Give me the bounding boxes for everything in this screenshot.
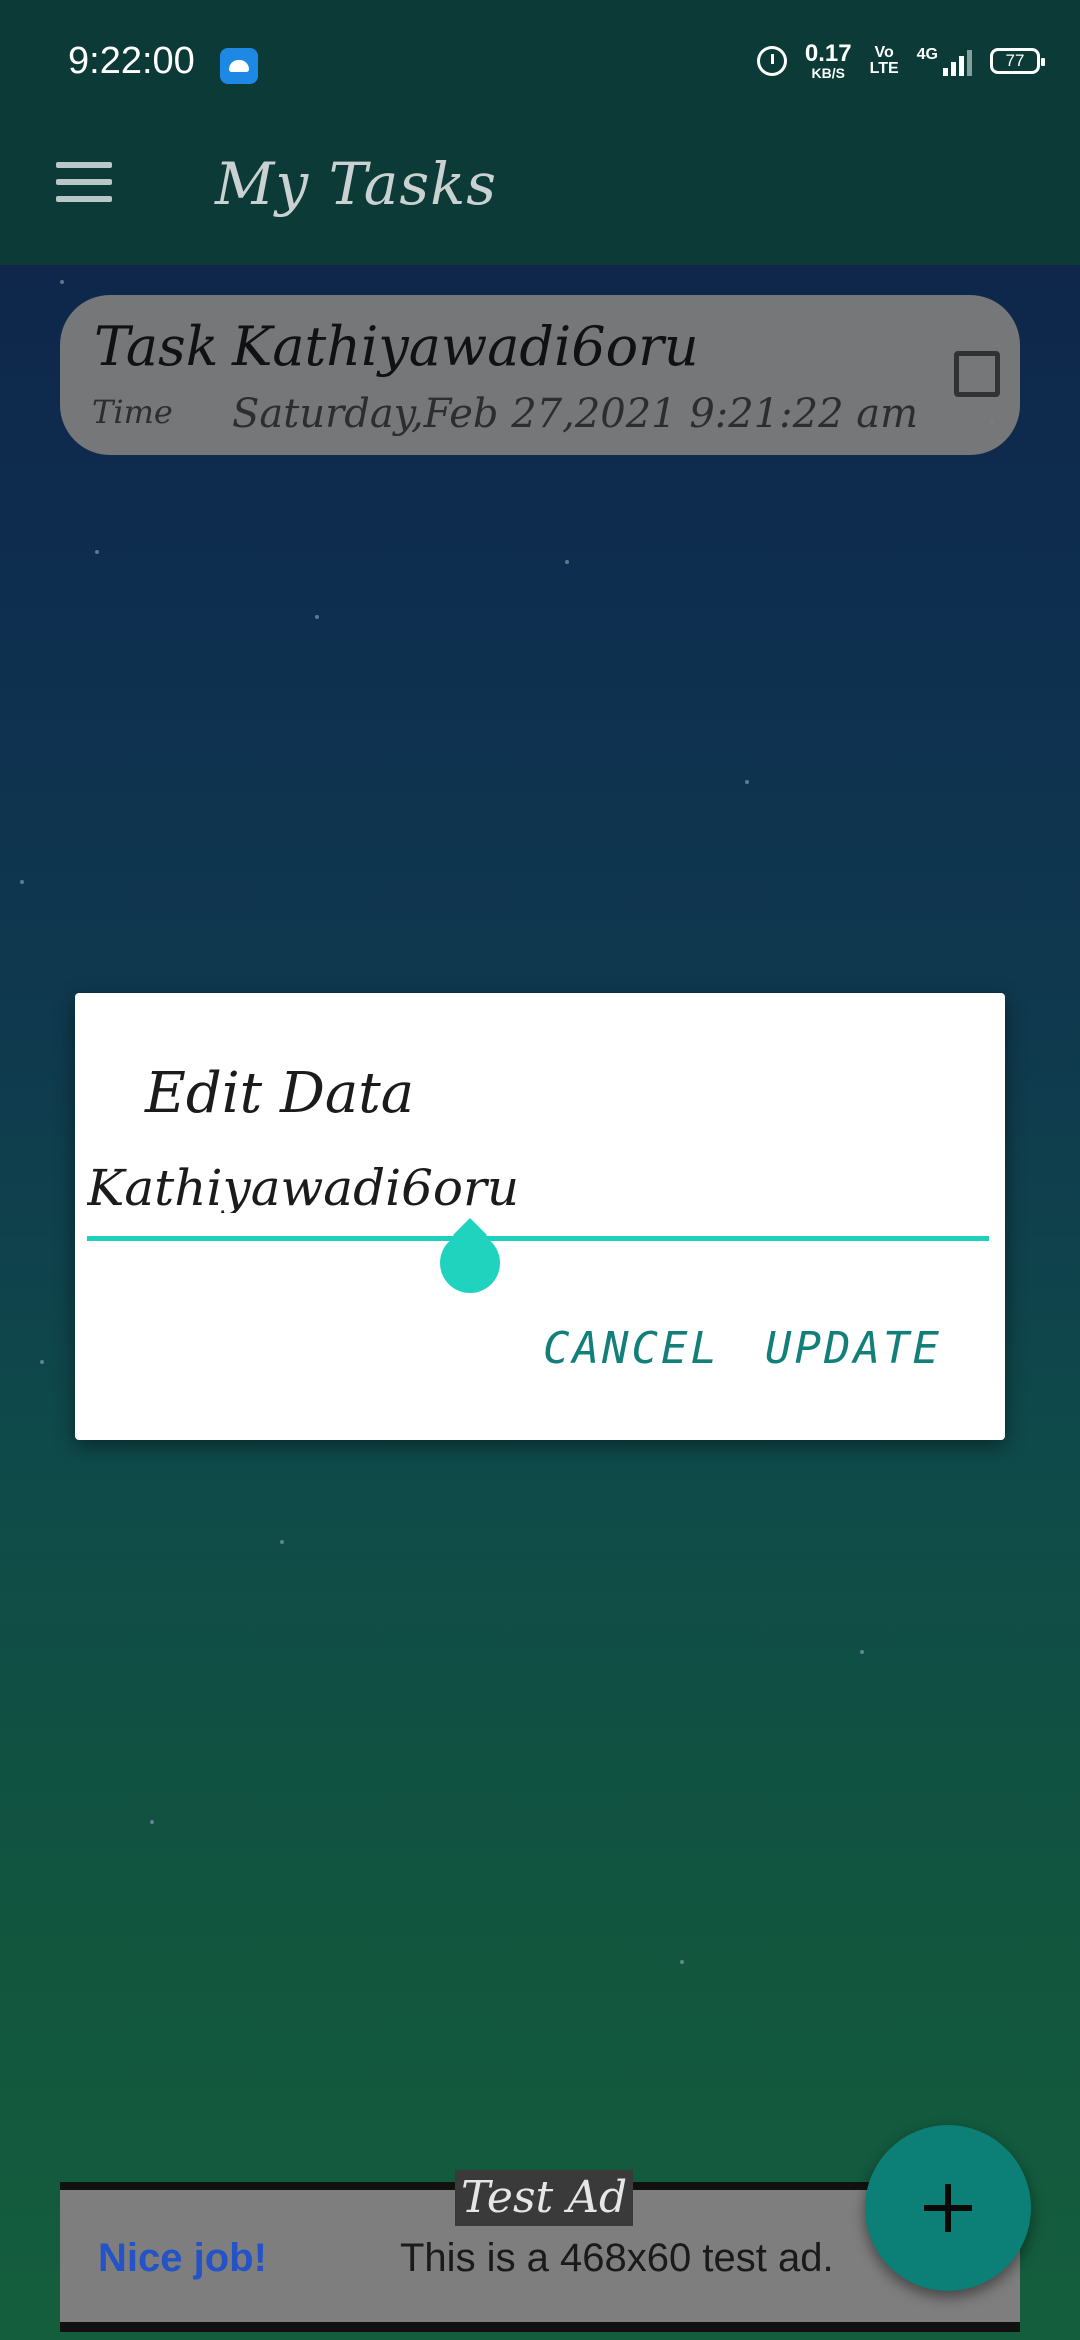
time-value: Saturday,Feb 27,2021 9:21:22 am [232,391,919,437]
page-title: My Tasks [215,150,498,218]
star [95,550,99,554]
update-button[interactable]: UPDATE [765,1323,942,1374]
network-speed: 0.17 KB/S [804,40,852,81]
task-name: Kathiyawadi6oru [232,315,699,378]
android-app-icon [220,48,258,84]
network-type: 4G [916,46,938,63]
edit-dialog: Edit Data CANCEL UPDATE [75,993,1005,1440]
text-cursor-handle[interactable] [440,1233,500,1293]
network-speed-value: 0.17 [804,40,852,67]
task-label: Task [94,315,219,378]
ad-text: This is a 468x60 test ad. [400,2236,834,2280]
signal-icon: 4G [917,46,972,76]
status-icons: 0.17 KB/S Vo LTE 4G 77 [756,40,1045,81]
star [150,1820,154,1824]
star [40,1360,44,1364]
status-time: 9:22:00 [68,40,195,82]
star [280,1540,284,1544]
alarm-icon [756,46,787,76]
test-ad-label: Test Ad [455,2170,634,2226]
star [20,880,24,884]
star [680,1960,684,1964]
battery-icon: 77 [990,48,1045,74]
star [315,615,319,619]
add-task-button[interactable] [865,2125,1031,2291]
input-underline [87,1236,989,1241]
status-bar: 9:22:00 0.17 KB/S Vo LTE 4G 77 [0,0,1080,130]
task-card[interactable]: Task Kathiyawadi6oru Time Saturday,Feb 2… [60,295,1020,455]
battery-level: 77 [1005,51,1025,70]
app-bar: My Tasks [0,130,1080,265]
star [60,280,64,284]
task-checkbox[interactable] [954,351,1000,397]
star [860,1650,864,1654]
ad-headline: Nice job! [98,2236,267,2280]
time-label: Time [92,393,173,431]
star [565,560,569,564]
cancel-button[interactable]: CANCEL [543,1323,720,1374]
volte-icon: Vo LTE [869,44,899,77]
hamburger-menu-icon[interactable] [56,162,112,202]
star [745,780,749,784]
network-speed-unit: KB/S [811,65,845,81]
edit-task-input[interactable] [87,1163,987,1213]
dialog-title: Edit Data [145,1061,415,1126]
